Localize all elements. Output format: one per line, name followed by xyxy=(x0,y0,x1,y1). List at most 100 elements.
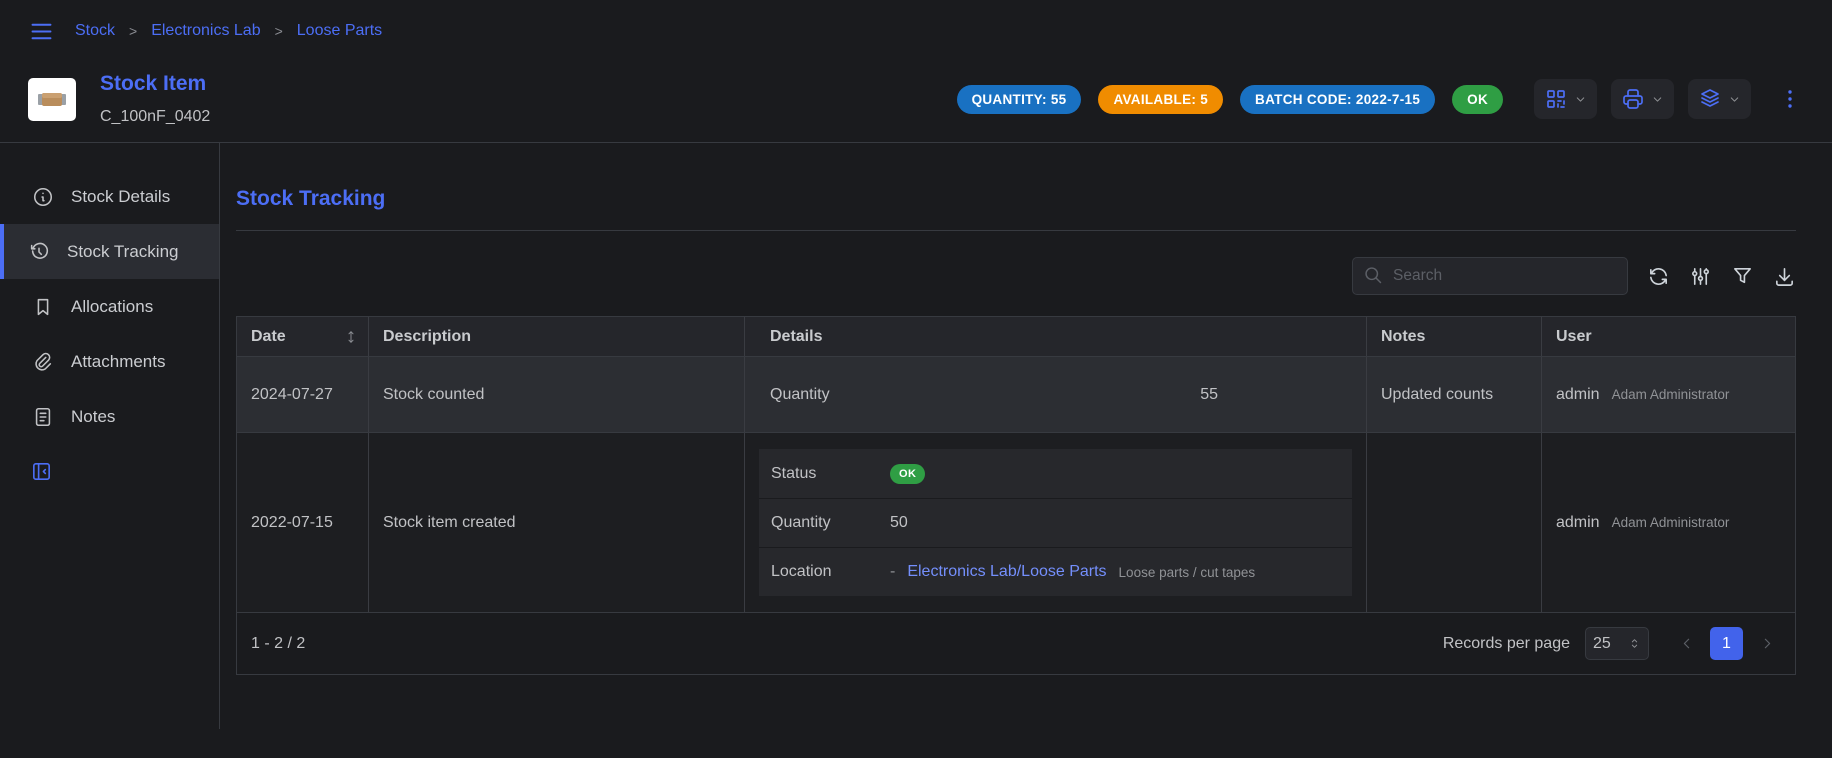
more-options-icon[interactable] xyxy=(1778,87,1802,111)
sort-icon xyxy=(344,330,358,344)
download-icon[interactable] xyxy=(1773,265,1796,288)
username: admin xyxy=(1556,386,1600,404)
breadcrumb-separator: > xyxy=(129,23,137,39)
cell-date: 2022-07-15 xyxy=(237,433,368,612)
stock-actions-icon xyxy=(1698,87,1722,111)
table-toolbar xyxy=(236,257,1796,295)
records-per-page-select[interactable]: 25 xyxy=(1585,627,1649,660)
location-prefix: - xyxy=(890,563,895,581)
status-ok-badge: OK xyxy=(1452,85,1503,114)
notes-icon xyxy=(32,406,54,428)
column-settings-icon[interactable] xyxy=(1689,265,1712,288)
cell-details: Status OK Quantity 50 Location - xyxy=(744,433,1366,612)
section-divider xyxy=(236,230,1796,231)
status-ok-mini-badge: OK xyxy=(890,464,925,484)
sidebar-item-allocations[interactable]: Allocations xyxy=(0,279,219,334)
printer-icon xyxy=(1621,87,1645,111)
sidebar: Stock Details Stock Tracking Allocations… xyxy=(0,143,220,729)
detail-quantity-row: Quantity 50 xyxy=(759,498,1352,547)
breadcrumb: Stock > Electronics Lab > Loose Parts xyxy=(75,22,382,40)
record-range: 1 - 2 / 2 xyxy=(251,635,305,653)
batch-code-badge: BATCH CODE: 2022-7-15 xyxy=(1240,85,1435,114)
page-1-button[interactable]: 1 xyxy=(1710,627,1743,660)
detail-label: Quantity xyxy=(770,386,830,404)
sidebar-item-label: Stock Details xyxy=(71,187,170,207)
cell-date: 2024-07-27 xyxy=(237,357,368,432)
qrcode-icon xyxy=(1544,87,1568,111)
header-actions xyxy=(1534,79,1751,119)
records-per-page-value: 25 xyxy=(1593,635,1611,653)
section-heading: Stock Tracking xyxy=(236,187,1796,211)
chevron-down-icon xyxy=(1728,93,1741,106)
detail-label: Location xyxy=(771,563,890,581)
print-actions-button[interactable] xyxy=(1611,79,1674,119)
page-subtitle: C_100nF_0402 xyxy=(100,108,210,126)
title-block: Stock Item C_100nF_0402 xyxy=(100,72,210,126)
sidebar-item-stock-tracking[interactable]: Stock Tracking xyxy=(0,224,219,279)
stock-item-thumbnail[interactable] xyxy=(28,78,76,121)
table-header-row: Date Description Details Notes User xyxy=(237,317,1795,356)
detail-location-row: Location - Electronics Lab/Loose Parts L… xyxy=(759,547,1352,596)
stock-actions-button[interactable] xyxy=(1688,79,1751,119)
quantity-badge: QUANTITY: 55 xyxy=(957,85,1082,114)
pagination: 1 xyxy=(1672,627,1781,660)
location-link[interactable]: Electronics Lab/Loose Parts xyxy=(907,563,1106,581)
sidebar-item-stock-details[interactable]: Stock Details xyxy=(0,169,219,224)
table-footer: 1 - 2 / 2 Records per page 25 xyxy=(237,612,1795,674)
sidebar-item-label: Stock Tracking xyxy=(67,242,179,262)
details-subtable: Status OK Quantity 50 Location - xyxy=(759,449,1352,596)
column-header-user[interactable]: User xyxy=(1541,317,1795,356)
column-header-details[interactable]: Details xyxy=(744,317,1366,356)
previous-page-icon[interactable] xyxy=(1672,630,1700,658)
detail-status-row: Status OK xyxy=(759,449,1352,498)
cell-description: Stock item created xyxy=(368,433,744,612)
cell-description: Stock counted xyxy=(368,357,744,432)
location-description: Loose parts / cut tapes xyxy=(1119,565,1256,580)
breadcrumb-electronics-lab[interactable]: Electronics Lab xyxy=(151,22,260,40)
refresh-icon[interactable] xyxy=(1647,265,1670,288)
cell-notes: Updated counts xyxy=(1366,357,1541,432)
cell-user: admin Adam Administrator xyxy=(1541,433,1795,612)
history-icon xyxy=(28,241,50,263)
main-panel: Stock Tracking xyxy=(220,143,1832,729)
sidebar-item-attachments[interactable]: Attachments xyxy=(0,334,219,389)
column-header-notes[interactable]: Notes xyxy=(1366,317,1541,356)
cell-notes xyxy=(1366,433,1541,612)
info-circle-icon xyxy=(32,186,54,208)
capacitor-image xyxy=(35,86,69,112)
page-title: Stock Item xyxy=(100,72,210,96)
breadcrumb-separator: > xyxy=(275,23,283,39)
chevron-down-icon xyxy=(1651,93,1664,106)
column-header-description[interactable]: Description xyxy=(368,317,744,356)
search-icon xyxy=(1363,265,1384,286)
paperclip-icon xyxy=(32,351,54,373)
search-box xyxy=(1352,257,1628,295)
table-row[interactable]: 2022-07-15 Stock item created Status OK … xyxy=(237,432,1795,612)
bookmark-icon xyxy=(32,296,54,318)
breadcrumb-loose-parts[interactable]: Loose Parts xyxy=(297,22,382,40)
cell-details: Quantity 55 xyxy=(744,357,1366,432)
sidebar-collapse-icon[interactable] xyxy=(30,460,219,483)
sidebar-item-label: Attachments xyxy=(71,352,166,372)
next-page-icon[interactable] xyxy=(1753,630,1781,658)
detail-value: 55 xyxy=(1200,386,1218,404)
filter-icon[interactable] xyxy=(1731,265,1754,288)
search-input[interactable] xyxy=(1352,257,1628,295)
top-bar: Stock > Electronics Lab > Loose Parts xyxy=(0,0,1832,62)
breadcrumb-stock[interactable]: Stock xyxy=(75,22,115,40)
sidebar-item-label: Notes xyxy=(71,407,115,427)
username: admin xyxy=(1556,514,1600,532)
column-header-date[interactable]: Date xyxy=(237,317,368,356)
stock-tracking-table: Date Description Details Notes User 2024… xyxy=(236,316,1796,675)
records-per-page-label: Records per page xyxy=(1443,635,1570,653)
barcode-actions-button[interactable] xyxy=(1534,79,1597,119)
user-fullname: Adam Administrator xyxy=(1612,515,1730,530)
hamburger-menu-icon[interactable] xyxy=(28,18,55,45)
user-fullname: Adam Administrator xyxy=(1612,387,1730,402)
table-row[interactable]: 2024-07-27 Stock counted Quantity 55 Upd… xyxy=(237,357,1795,432)
detail-label: Quantity xyxy=(771,514,890,532)
header-right: QUANTITY: 55 AVAILABLE: 5 BATCH CODE: 20… xyxy=(957,79,1802,119)
chevron-down-icon xyxy=(1574,93,1587,106)
sidebar-item-notes[interactable]: Notes xyxy=(0,389,219,444)
detail-value: 50 xyxy=(890,514,908,532)
